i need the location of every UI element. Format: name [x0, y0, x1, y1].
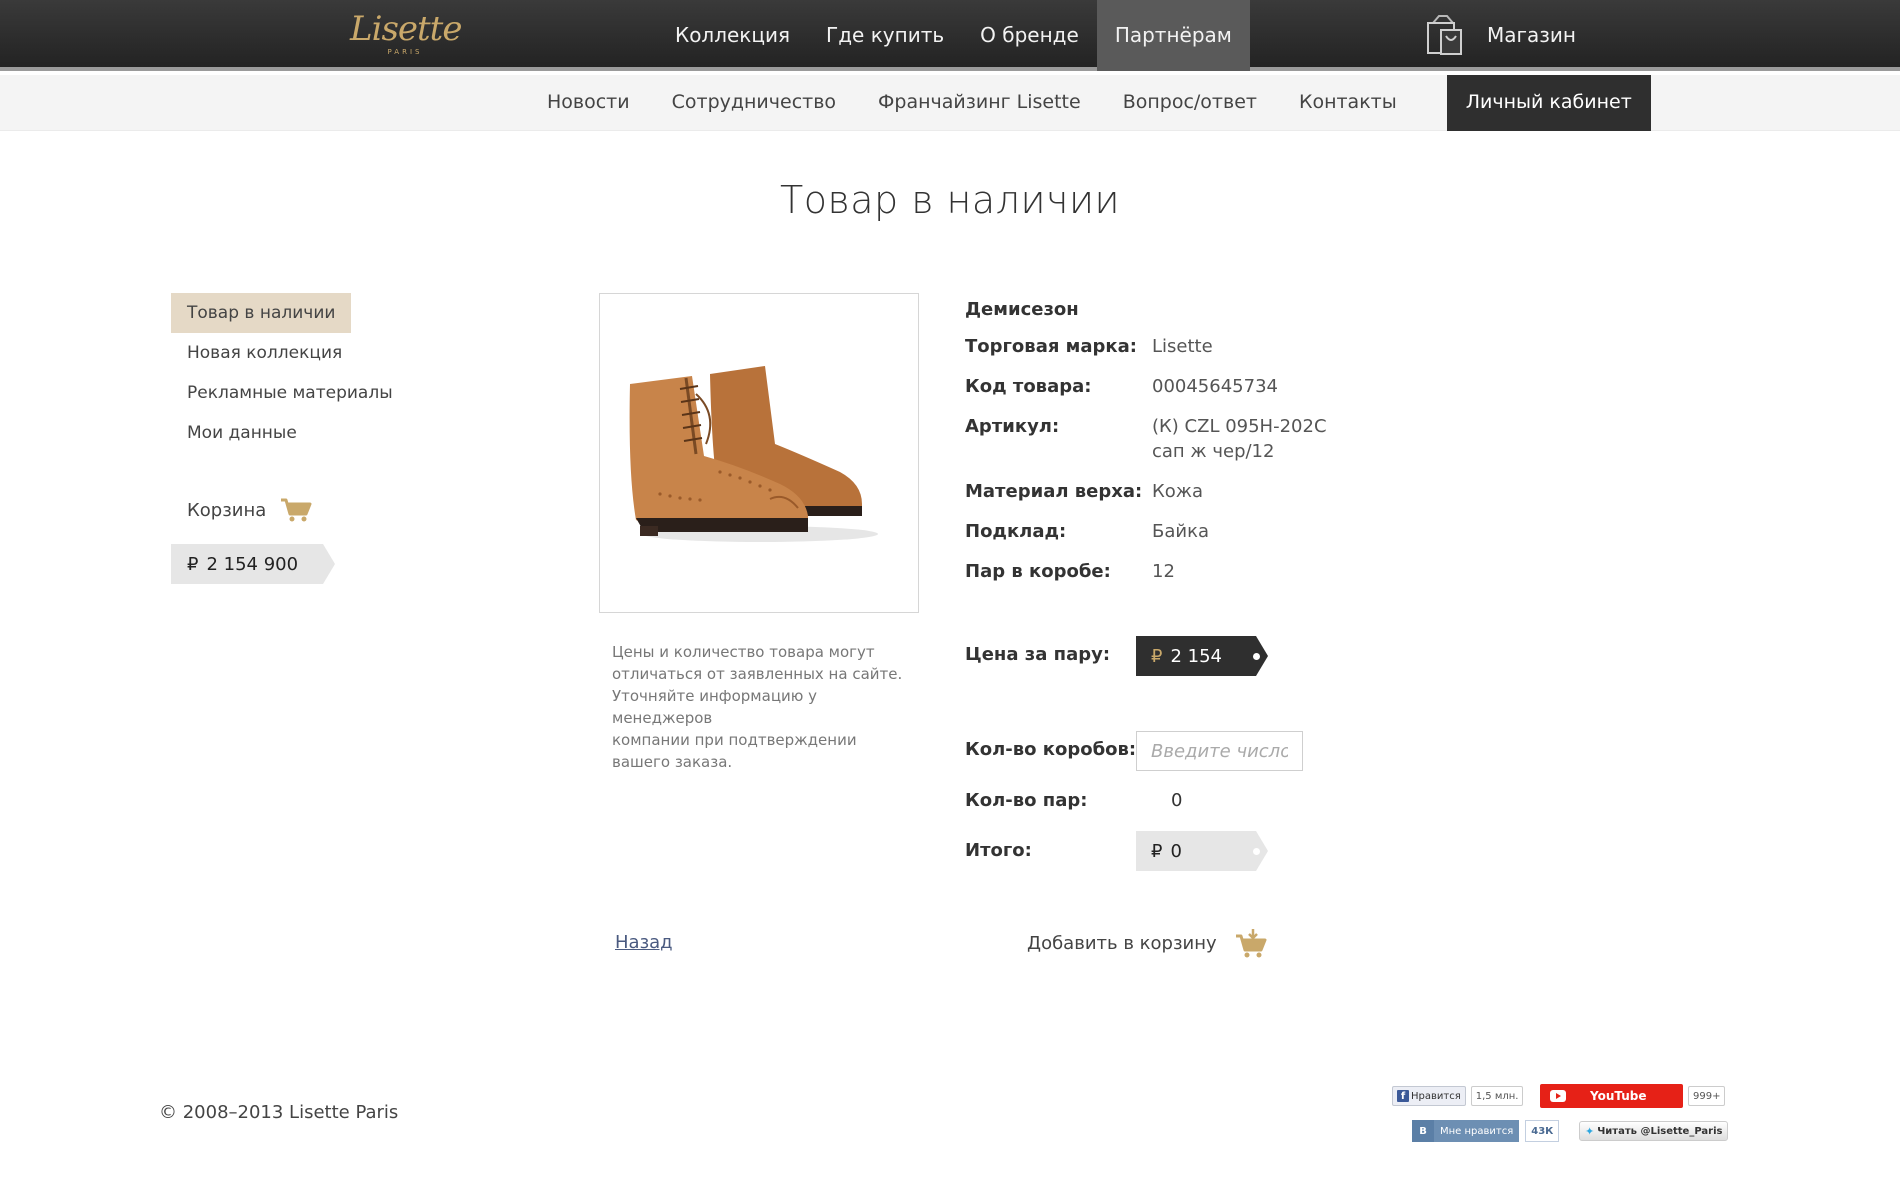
- sidebar-item-new-collection[interactable]: Новая коллекция: [171, 333, 358, 373]
- sidebar-menu: Товар в наличии Новая коллекция Рекламны…: [171, 293, 421, 453]
- attr-value: 00045645734: [1152, 376, 1278, 397]
- attr-row-pairs-per-box: Пар в коробе: 12: [965, 559, 1365, 584]
- facebook-icon: f: [1397, 1090, 1409, 1102]
- attr-value: (К) CZL 095H-202C сап ж чер/12: [1152, 414, 1327, 464]
- attr-value: 12: [1152, 561, 1175, 582]
- page-title: Товар в наличии: [779, 178, 1121, 222]
- top-navigation-bar: Lisette PARIS Коллекция Где купить О бре…: [0, 0, 1900, 71]
- add-to-cart-icon: [1235, 929, 1267, 958]
- total-label: Итого:: [965, 840, 1032, 861]
- shop-link[interactable]: Магазин: [1425, 12, 1576, 58]
- article-line: (К) CZL 095H-202C: [1152, 416, 1327, 437]
- facebook-like-widget[interactable]: f Нравится 1,5 млн.: [1392, 1086, 1524, 1106]
- pairs-label: Кол-во пар:: [965, 790, 1088, 811]
- twitter-label: Читать @Lisette_Paris: [1597, 1125, 1723, 1137]
- subnav-item-news[interactable]: Новости: [526, 75, 651, 131]
- logo-text: Lisette: [350, 9, 462, 49]
- attr-label: Артикул:: [965, 416, 1060, 437]
- attr-row-brand: Торговая марка: Lisette: [965, 334, 1365, 359]
- subnav-item-franchising[interactable]: Франчайзинг Lisette: [857, 75, 1102, 131]
- disclaimer-line: Уточняйте информацию у менеджеров: [612, 687, 818, 727]
- youtube-label: YouTube: [1590, 1089, 1647, 1103]
- currency-sign: ₽: [1151, 840, 1163, 862]
- vk-like-count: 43К: [1525, 1120, 1560, 1142]
- attr-label: Подклад:: [965, 521, 1067, 542]
- subnav-item-contacts[interactable]: Контакты: [1278, 75, 1418, 131]
- pairs-value: 0: [1171, 790, 1183, 811]
- vk-icon: В: [1412, 1120, 1434, 1142]
- youtube-count: 999+: [1688, 1086, 1726, 1106]
- currency-sign: ₽: [1151, 645, 1163, 667]
- cart-icon: [281, 498, 312, 522]
- ankle-boot-image: [629, 366, 878, 542]
- price-disclaimer: Цены и количество товара могут отличатьс…: [612, 641, 912, 773]
- subnav-item-cooperation[interactable]: Сотрудничество: [651, 75, 857, 131]
- sidebar-item-promo-materials[interactable]: Рекламные материалы: [171, 373, 409, 413]
- product-details: Демисезон Торговая марка: Lisette Код то…: [965, 294, 1365, 599]
- cart-total-amount: 2 154 900: [206, 553, 299, 575]
- sidebar-item-my-data[interactable]: Мои данные: [171, 413, 313, 453]
- shop-label: Магазин: [1487, 23, 1576, 47]
- sidebar-item-in-stock[interactable]: Товар в наличии: [171, 293, 352, 333]
- back-link[interactable]: Назад: [615, 932, 673, 953]
- fb-like-label: Нравится: [1411, 1090, 1461, 1102]
- vk-like-widget[interactable]: В Мне нравится 43К: [1412, 1120, 1560, 1142]
- attr-label: Код товара:: [965, 376, 1092, 397]
- disclaimer-line: Цены и количество товара могут: [612, 643, 875, 661]
- fb-like-count: 1,5 млн.: [1470, 1086, 1524, 1106]
- subnav-item-faq[interactable]: Вопрос/ответ: [1102, 75, 1278, 131]
- vk-like-label: Мне нравится: [1434, 1120, 1520, 1142]
- add-to-cart-label: Добавить в корзину: [1027, 932, 1217, 954]
- twitter-bird-icon: ✦: [1585, 1124, 1595, 1138]
- price-label: Цена за пару:: [965, 644, 1111, 665]
- boxes-label: Кол-во коробов:: [965, 739, 1137, 760]
- youtube-play-icon: [1550, 1090, 1566, 1102]
- attr-label: Пар в коробе:: [965, 561, 1111, 582]
- attr-row-code: Код товара: 00045645734: [965, 374, 1365, 399]
- total-amount: 0: [1170, 840, 1182, 862]
- price-amount: 2 154: [1170, 645, 1222, 667]
- attr-row-material: Материал верха: Кожа: [965, 479, 1365, 504]
- disclaimer-line: вашего заказа.: [612, 753, 733, 771]
- brand-logo[interactable]: Lisette PARIS: [350, 9, 462, 58]
- attr-value: Lisette: [1152, 336, 1213, 357]
- disclaimer-line: компании при подтверждении: [612, 731, 857, 749]
- logo-subtext: PARIS: [387, 48, 423, 56]
- attr-value: Байка: [1152, 521, 1209, 542]
- boxes-quantity-input[interactable]: [1136, 731, 1303, 771]
- sidebar-cart-total: ₽ 2 154 900: [171, 544, 335, 584]
- attr-value: Кожа: [1152, 481, 1204, 502]
- article-line: сап ж чер/12: [1152, 441, 1275, 462]
- main-nav: Коллекция Где купить О бренде Партнёрам: [657, 0, 1250, 71]
- subnav-item-account[interactable]: Личный кабинет: [1446, 75, 1651, 131]
- attr-label: Торговая марка:: [965, 336, 1137, 357]
- total-tag: ₽ 0: [1136, 831, 1268, 871]
- nav-item-collection[interactable]: Коллекция: [657, 0, 808, 71]
- product-season: Демисезон: [965, 299, 1079, 320]
- copyright: © 2008–2013 Lisette Paris: [159, 1102, 399, 1123]
- sub-navigation-bar: Новости Сотрудничество Франчайзинг Liset…: [0, 75, 1900, 131]
- youtube-subscribe-widget[interactable]: YouTube 999+: [1540, 1084, 1726, 1108]
- cart-label: Корзина: [187, 499, 267, 521]
- nav-item-about-brand[interactable]: О бренде: [962, 0, 1097, 71]
- shopping-bag-icon: [1427, 15, 1462, 55]
- twitter-follow-widget[interactable]: ✦ Читать @Lisette_Paris: [1579, 1121, 1729, 1141]
- sub-nav: Новости Сотрудничество Франчайзинг Liset…: [526, 75, 1651, 131]
- disclaimer-line: отличаться от заявленных на сайте.: [612, 665, 903, 683]
- attr-label: Материал верха:: [965, 481, 1143, 502]
- add-to-cart-button[interactable]: Добавить в корзину: [1027, 928, 1267, 958]
- sidebar-cart-link[interactable]: Корзина: [187, 497, 312, 523]
- attr-row-article: Артикул: (К) CZL 095H-202C сап ж чер/12: [965, 414, 1365, 464]
- nav-item-where-to-buy[interactable]: Где купить: [808, 0, 962, 71]
- currency-sign: ₽: [187, 553, 199, 575]
- price-tag: ₽ 2 154: [1136, 636, 1268, 676]
- nav-item-partners[interactable]: Партнёрам: [1096, 0, 1250, 71]
- attr-row-lining: Подклад: Байка: [965, 519, 1365, 544]
- product-image: [599, 293, 919, 613]
